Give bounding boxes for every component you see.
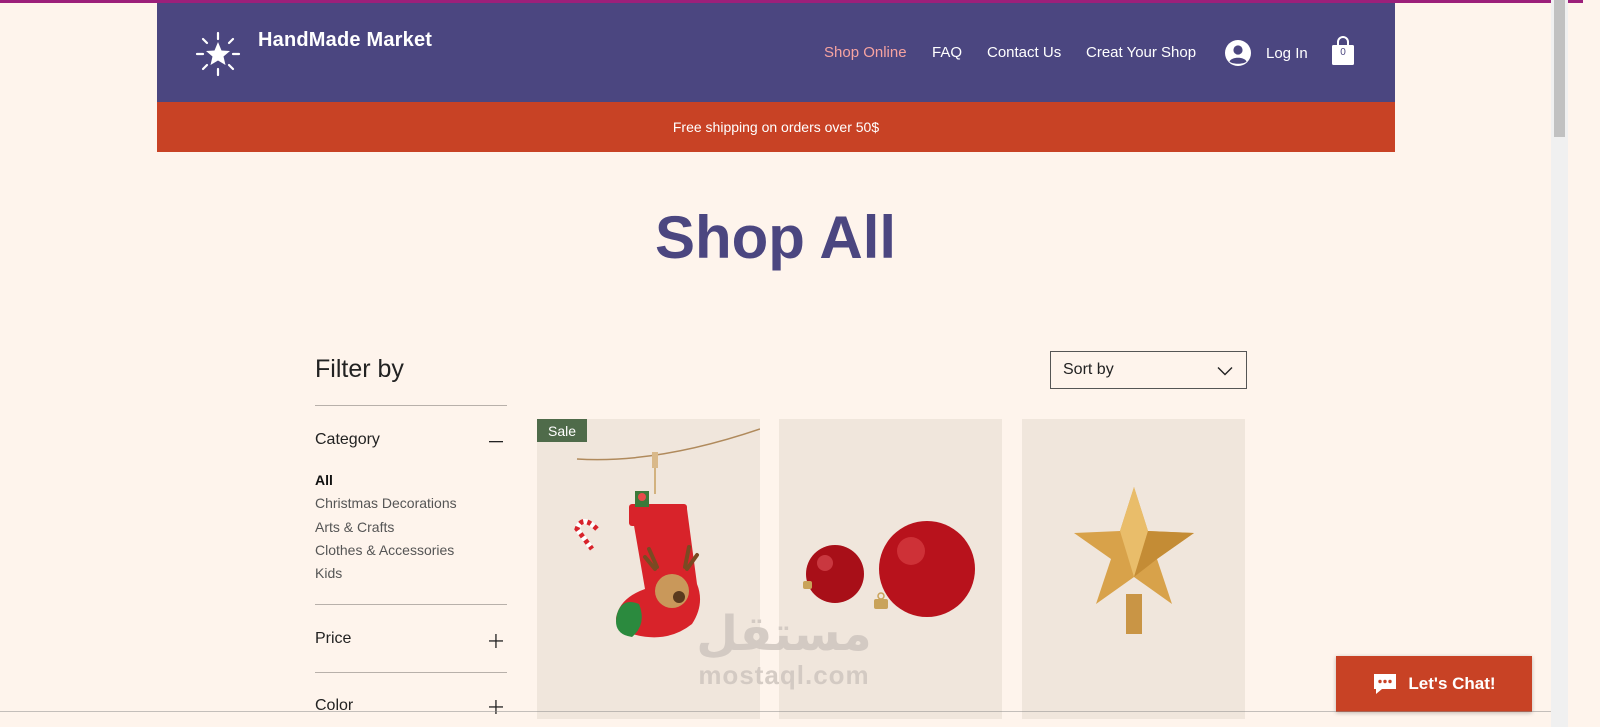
category-list: All Christmas Decorations Arts & Crafts … (315, 470, 457, 586)
divider (315, 672, 507, 673)
sort-label: Sort by (1063, 361, 1114, 378)
divider (315, 405, 507, 406)
chevron-down-icon (1217, 367, 1233, 376)
user-avatar-icon (1225, 40, 1251, 66)
login-label: Log In (1266, 44, 1308, 62)
collapse-minus-icon[interactable] (489, 441, 503, 443)
sparkle-star-logo-icon[interactable] (195, 31, 241, 77)
cart-button[interactable]: 0 (1330, 35, 1356, 67)
promo-banner: Free shipping on orders over 50$ (157, 102, 1395, 152)
category-item-christmas-decorations[interactable]: Christmas Decorations (315, 493, 457, 516)
category-item-arts-crafts[interactable]: Arts & Crafts (315, 517, 457, 540)
watermark-arabic: مستقل (696, 606, 872, 662)
scrollbar-thumb[interactable] (1554, 0, 1565, 137)
viewport-edge-line (0, 711, 1551, 712)
product-card[interactable] (1022, 419, 1245, 719)
filter-price-header[interactable]: Price (315, 630, 351, 648)
chat-bubble-icon (1374, 674, 1397, 694)
promo-text: Free shipping on orders over 50$ (672, 119, 880, 135)
nav-faq[interactable]: FAQ (932, 44, 962, 61)
chat-label: Let's Chat! (1408, 674, 1496, 693)
login-button[interactable]: Log In (1224, 38, 1308, 68)
sort-dropdown[interactable]: Sort by (1050, 351, 1247, 389)
lets-chat-button[interactable]: Let's Chat! (1336, 656, 1532, 712)
nav-contact-us[interactable]: Contact Us (987, 44, 1061, 61)
gold-star-topper-image (1022, 419, 1245, 719)
expand-plus-icon[interactable] (489, 634, 503, 648)
brand-name[interactable]: HandMade Market (258, 29, 432, 52)
filter-category-header[interactable]: Category (315, 431, 380, 449)
watermark: مستقل mostaql.com (688, 608, 880, 698)
filter-color-header[interactable]: Color (315, 697, 353, 715)
cart-count: 0 (1340, 47, 1346, 58)
filter-title: Filter by (315, 355, 404, 383)
sale-badge: Sale (537, 419, 587, 442)
category-item-all[interactable]: All (315, 470, 457, 493)
category-item-kids[interactable]: Kids (315, 563, 457, 586)
nav-shop-online[interactable]: Shop Online (824, 44, 907, 61)
category-item-clothes-accessories[interactable]: Clothes & Accessories (315, 540, 457, 563)
page-scrollbar[interactable] (1551, 0, 1568, 727)
site-header: HandMade Market Shop Online FAQ Contact … (157, 3, 1395, 102)
page-title: Shop All (654, 204, 897, 271)
watermark-latin: mostaql.com (698, 660, 870, 690)
nav-create-your-shop[interactable]: Creat Your Shop (1086, 44, 1196, 61)
divider (315, 604, 507, 605)
